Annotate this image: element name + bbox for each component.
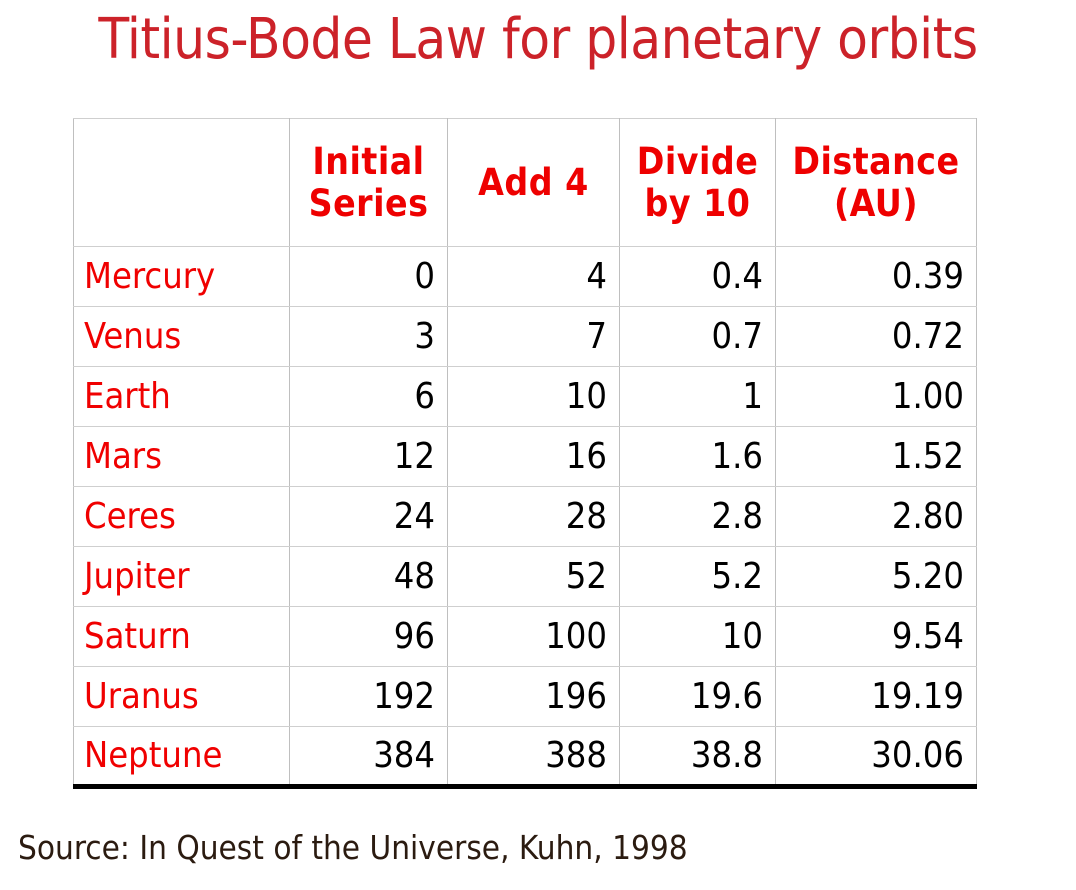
cell-distance-au: 2.80 [775, 486, 977, 547]
cell-initial-series: 3 [289, 306, 448, 367]
cell-add-4: 16 [447, 426, 620, 487]
source-caption: Source: In Quest of the Universe, Kuhn, … [18, 828, 688, 867]
cell-planet-name: Earth [73, 366, 290, 427]
cell-distance-au: 5.20 [775, 546, 977, 607]
cell-distance-au: 0.39 [775, 246, 977, 307]
cell-divide-by-10: 0.7 [619, 306, 776, 367]
cell-distance-au: 30.06 [775, 726, 977, 789]
column-header-initial-series: Initial Series [289, 118, 448, 247]
column-header-add-4: Add 4 [447, 118, 620, 247]
cell-divide-by-10: 0.4 [619, 246, 776, 307]
table-row: Jupiter 48 52 5.2 5.20 [73, 546, 977, 607]
table-row: Ceres 24 28 2.8 2.80 [73, 486, 977, 547]
cell-divide-by-10: 1.6 [619, 426, 776, 487]
cell-initial-series: 192 [289, 666, 448, 727]
cell-planet-name: Neptune [73, 726, 290, 789]
column-header-initial-series-line1: Initial [312, 140, 425, 184]
titius-bode-table: Initial Series Add 4 Divide by 10 Distan… [73, 118, 977, 789]
cell-initial-series: 96 [289, 606, 448, 667]
cell-divide-by-10: 5.2 [619, 546, 776, 607]
cell-planet-name: Ceres [73, 486, 290, 547]
cell-divide-by-10: 2.8 [619, 486, 776, 547]
cell-initial-series: 6 [289, 366, 448, 427]
cell-divide-by-10: 1 [619, 366, 776, 427]
table-row: Venus 3 7 0.7 0.72 [73, 306, 977, 367]
cell-add-4: 4 [447, 246, 620, 307]
cell-add-4: 100 [447, 606, 620, 667]
cell-planet-name: Venus [73, 306, 290, 367]
column-header-divide-by-10-line2: by 10 [644, 181, 751, 225]
cell-planet-name: Mars [73, 426, 290, 487]
cell-distance-au: 1.00 [775, 366, 977, 427]
cell-divide-by-10: 38.8 [619, 726, 776, 789]
page-title: Titius-Bode Law for planetary orbits [98, 7, 978, 72]
table-row: Mercury 0 4 0.4 0.39 [73, 246, 977, 307]
cell-initial-series: 48 [289, 546, 448, 607]
column-header-add-4-line2: Add 4 [478, 160, 589, 204]
cell-distance-au: 9.54 [775, 606, 977, 667]
column-header-divide-by-10-line1: Divide [636, 140, 759, 184]
column-header-distance-au: Distance (AU) [775, 118, 977, 247]
cell-initial-series: 24 [289, 486, 448, 547]
table-body: Mercury 0 4 0.4 0.39 Venus 3 7 0.7 0.72 … [73, 246, 977, 789]
cell-planet-name: Saturn [73, 606, 290, 667]
cell-planet-name: Uranus [73, 666, 290, 727]
cell-add-4: 7 [447, 306, 620, 367]
cell-divide-by-10: 10 [619, 606, 776, 667]
cell-add-4: 196 [447, 666, 620, 727]
table-row: Earth 6 10 1 1.00 [73, 366, 977, 427]
cell-initial-series: 384 [289, 726, 448, 789]
column-header-planet [73, 118, 290, 247]
column-header-distance-au-line2: (AU) [833, 181, 919, 225]
table-header-row: Initial Series Add 4 Divide by 10 Distan… [73, 118, 977, 247]
cell-add-4: 388 [447, 726, 620, 789]
table-row: Mars 12 16 1.6 1.52 [73, 426, 977, 487]
cell-initial-series: 12 [289, 426, 448, 487]
cell-planet-name: Mercury [73, 246, 290, 307]
cell-distance-au: 1.52 [775, 426, 977, 487]
titius-bode-table-container: Initial Series Add 4 Divide by 10 Distan… [73, 118, 977, 789]
table-row: Uranus 192 196 19.6 19.19 [73, 666, 977, 727]
table-row: Neptune 384 388 38.8 30.06 [73, 726, 977, 789]
cell-distance-au: 0.72 [775, 306, 977, 367]
cell-divide-by-10: 19.6 [619, 666, 776, 727]
column-header-divide-by-10: Divide by 10 [619, 118, 776, 247]
column-header-initial-series-line2: Series [308, 181, 429, 225]
cell-distance-au: 19.19 [775, 666, 977, 727]
cell-initial-series: 0 [289, 246, 448, 307]
table-row: Saturn 96 100 10 9.54 [73, 606, 977, 667]
cell-add-4: 28 [447, 486, 620, 547]
cell-add-4: 10 [447, 366, 620, 427]
cell-add-4: 52 [447, 546, 620, 607]
column-header-distance-au-line1: Distance [792, 140, 960, 184]
table-header: Initial Series Add 4 Divide by 10 Distan… [73, 118, 977, 247]
cell-planet-name: Jupiter [73, 546, 290, 607]
